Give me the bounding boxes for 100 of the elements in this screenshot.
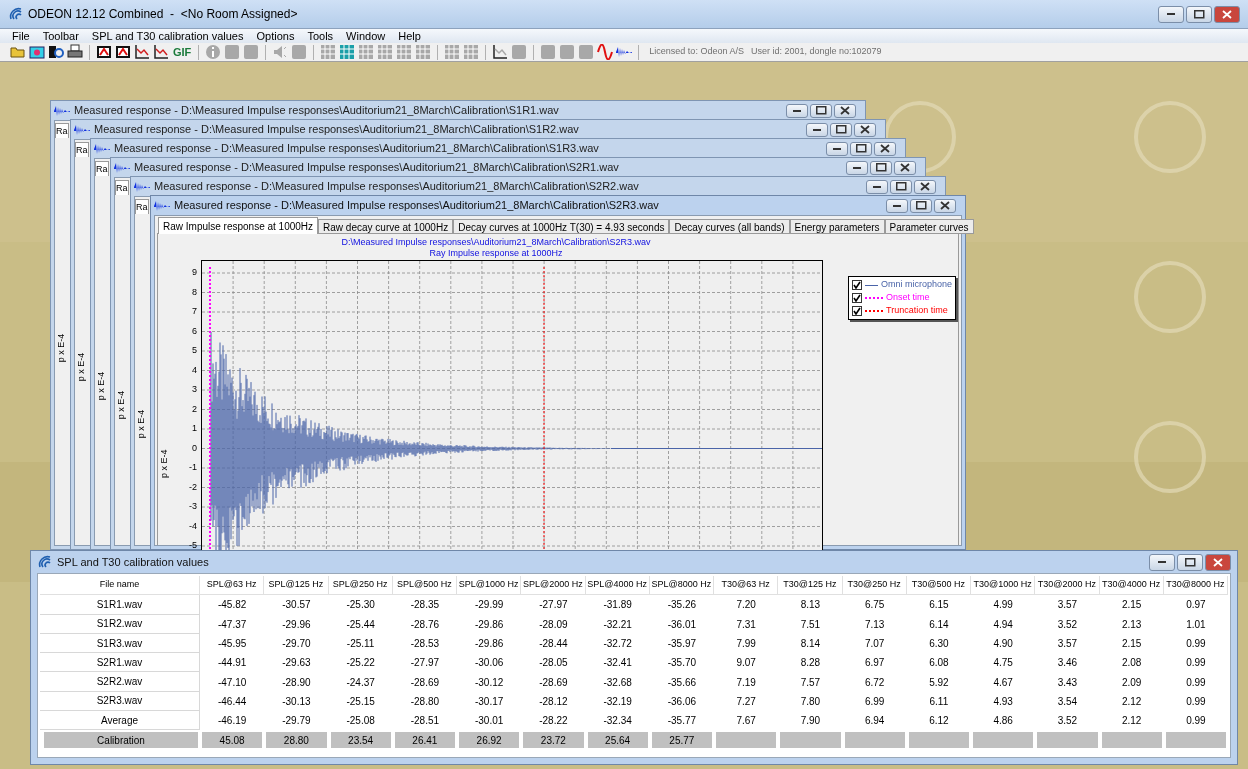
row-header: S2R2.wav bbox=[40, 672, 200, 692]
tick-label: 7 bbox=[191, 306, 197, 316]
minimize-button[interactable] bbox=[866, 179, 888, 194]
table-cell-text: -30.57 bbox=[281, 598, 312, 613]
minimize-button[interactable] bbox=[1158, 5, 1184, 23]
table-cell-text: -25.22 bbox=[345, 656, 376, 671]
close-button[interactable] bbox=[874, 141, 896, 156]
table-cell-text: -32.19 bbox=[602, 694, 633, 709]
maximize-button[interactable] bbox=[850, 141, 872, 156]
axis-label: p x E-4 bbox=[157, 449, 170, 478]
maximize-button[interactable] bbox=[1177, 553, 1203, 571]
maximize-icon bbox=[915, 201, 927, 210]
table-cell-text: 7.31 bbox=[735, 617, 757, 632]
table-cell-text: -30.01 bbox=[473, 714, 505, 729]
table-cell-text: 3.57 bbox=[1056, 637, 1079, 652]
tick-label: -5 bbox=[188, 540, 197, 550]
tick-label: -1 bbox=[188, 462, 197, 472]
maximize-button[interactable] bbox=[870, 160, 892, 175]
column-header: SPL@1000 Hz bbox=[457, 576, 522, 596]
menu-item[interactable]: File bbox=[12, 30, 30, 42]
minimize-button[interactable] bbox=[786, 103, 808, 118]
row-header: S1R1.wav bbox=[40, 595, 200, 615]
axis-label: p x E-4 bbox=[136, 409, 147, 439]
gif-button[interactable]: GIF bbox=[172, 44, 193, 60]
maximize-button[interactable] bbox=[890, 179, 912, 194]
row-header: S2R1.wav bbox=[40, 653, 200, 673]
tick-label: 1 bbox=[191, 423, 197, 433]
column-header: T30@4000 Hz bbox=[1099, 576, 1164, 596]
table-cell-text: -27.97 bbox=[538, 598, 569, 613]
table-cell-text: -28.76 bbox=[409, 617, 441, 632]
close-button[interactable] bbox=[934, 198, 956, 213]
close-button[interactable] bbox=[854, 122, 876, 137]
close-button[interactable] bbox=[914, 179, 936, 194]
table-cell-text: 2.13 bbox=[1120, 617, 1143, 632]
picture-icon[interactable] bbox=[29, 44, 45, 60]
printer-icon[interactable] bbox=[67, 44, 83, 60]
checkbox[interactable] bbox=[852, 280, 862, 290]
menu-item[interactable]: Window bbox=[346, 30, 386, 42]
tab[interactable]: Raw Impulse response at 1000Hz bbox=[158, 217, 319, 234]
menu-item[interactable]: Toolbar bbox=[42, 30, 79, 42]
table-cell-text: -30.06 bbox=[473, 656, 505, 671]
tab[interactable]: Ra bbox=[135, 199, 149, 214]
table-cell-text: 5.92 bbox=[928, 675, 950, 690]
table-cell-text: -35.97 bbox=[666, 637, 698, 652]
axis-label: p x E-4 bbox=[116, 390, 127, 420]
column-header: SPL@250 Hz bbox=[328, 576, 393, 596]
table-cell-text: -28.53 bbox=[409, 637, 441, 652]
table-cell-text: -28.35 bbox=[409, 598, 441, 613]
table-cell-text: -28.51 bbox=[409, 714, 441, 729]
chart-icon[interactable] bbox=[134, 44, 150, 60]
table-cell bbox=[1101, 732, 1162, 748]
table-cell-text: 4.90 bbox=[992, 637, 1014, 652]
close-button[interactable] bbox=[894, 160, 916, 175]
checkbox[interactable] bbox=[852, 293, 862, 303]
minimize-button[interactable] bbox=[806, 122, 828, 137]
table-cell-text: 7.80 bbox=[799, 694, 822, 709]
table-cell-text: -46.44 bbox=[216, 694, 248, 709]
folder-icon[interactable] bbox=[10, 44, 26, 60]
maximize-button[interactable] bbox=[910, 198, 932, 213]
table-cell-text: -27.97 bbox=[409, 656, 441, 671]
menu-item[interactable]: Tools bbox=[307, 30, 334, 42]
maximize-icon bbox=[895, 182, 907, 191]
film-icon[interactable] bbox=[96, 44, 112, 60]
maximize-button[interactable] bbox=[1186, 5, 1212, 23]
menu-item[interactable]: SPL and T30 calibration values bbox=[91, 30, 244, 42]
film-icon[interactable] bbox=[115, 44, 131, 60]
sine-wave-icon[interactable] bbox=[597, 44, 614, 60]
close-button[interactable] bbox=[834, 103, 856, 118]
table-cell-text: 6.14 bbox=[928, 617, 950, 632]
table-cell-text: -45.82 bbox=[216, 598, 248, 613]
table-cell-text: 7.20 bbox=[735, 598, 757, 613]
maximize-button[interactable] bbox=[810, 103, 832, 118]
table-cell-text: -28.22 bbox=[538, 714, 569, 729]
minimize-icon bbox=[1167, 13, 1175, 15]
tab[interactable]: Ra bbox=[95, 161, 109, 176]
minimize-icon bbox=[793, 109, 801, 112]
tab[interactable]: Ra bbox=[55, 123, 69, 138]
minimize-icon bbox=[1158, 561, 1166, 563]
minimize-button[interactable] bbox=[826, 141, 848, 156]
close-icon bbox=[840, 106, 850, 115]
minimize-icon bbox=[813, 128, 821, 131]
tab[interactable]: Ra bbox=[75, 142, 89, 157]
table-cell-text: 4.86 bbox=[992, 714, 1014, 729]
minimize-button[interactable] bbox=[886, 198, 908, 213]
chart-icon[interactable] bbox=[153, 44, 169, 60]
menu-item[interactable]: Options bbox=[256, 30, 295, 42]
table-cell bbox=[716, 732, 777, 748]
tab[interactable]: Ra bbox=[115, 180, 129, 195]
table-cell-text: 0.99 bbox=[1185, 637, 1207, 652]
maximize-button[interactable] bbox=[830, 122, 852, 137]
minimize-button[interactable] bbox=[1149, 553, 1175, 571]
grid-icon[interactable] bbox=[339, 44, 356, 60]
checkbox[interactable] bbox=[852, 306, 862, 316]
axis-label: p x E-4 bbox=[96, 371, 107, 401]
minimize-button[interactable] bbox=[846, 160, 868, 175]
table-cell bbox=[1165, 732, 1226, 748]
table-cell-text: 0.99 bbox=[1185, 694, 1207, 709]
maximize-icon bbox=[855, 144, 867, 153]
table-cell: 26.92 bbox=[459, 732, 520, 748]
menu-item[interactable]: Help bbox=[398, 30, 421, 42]
